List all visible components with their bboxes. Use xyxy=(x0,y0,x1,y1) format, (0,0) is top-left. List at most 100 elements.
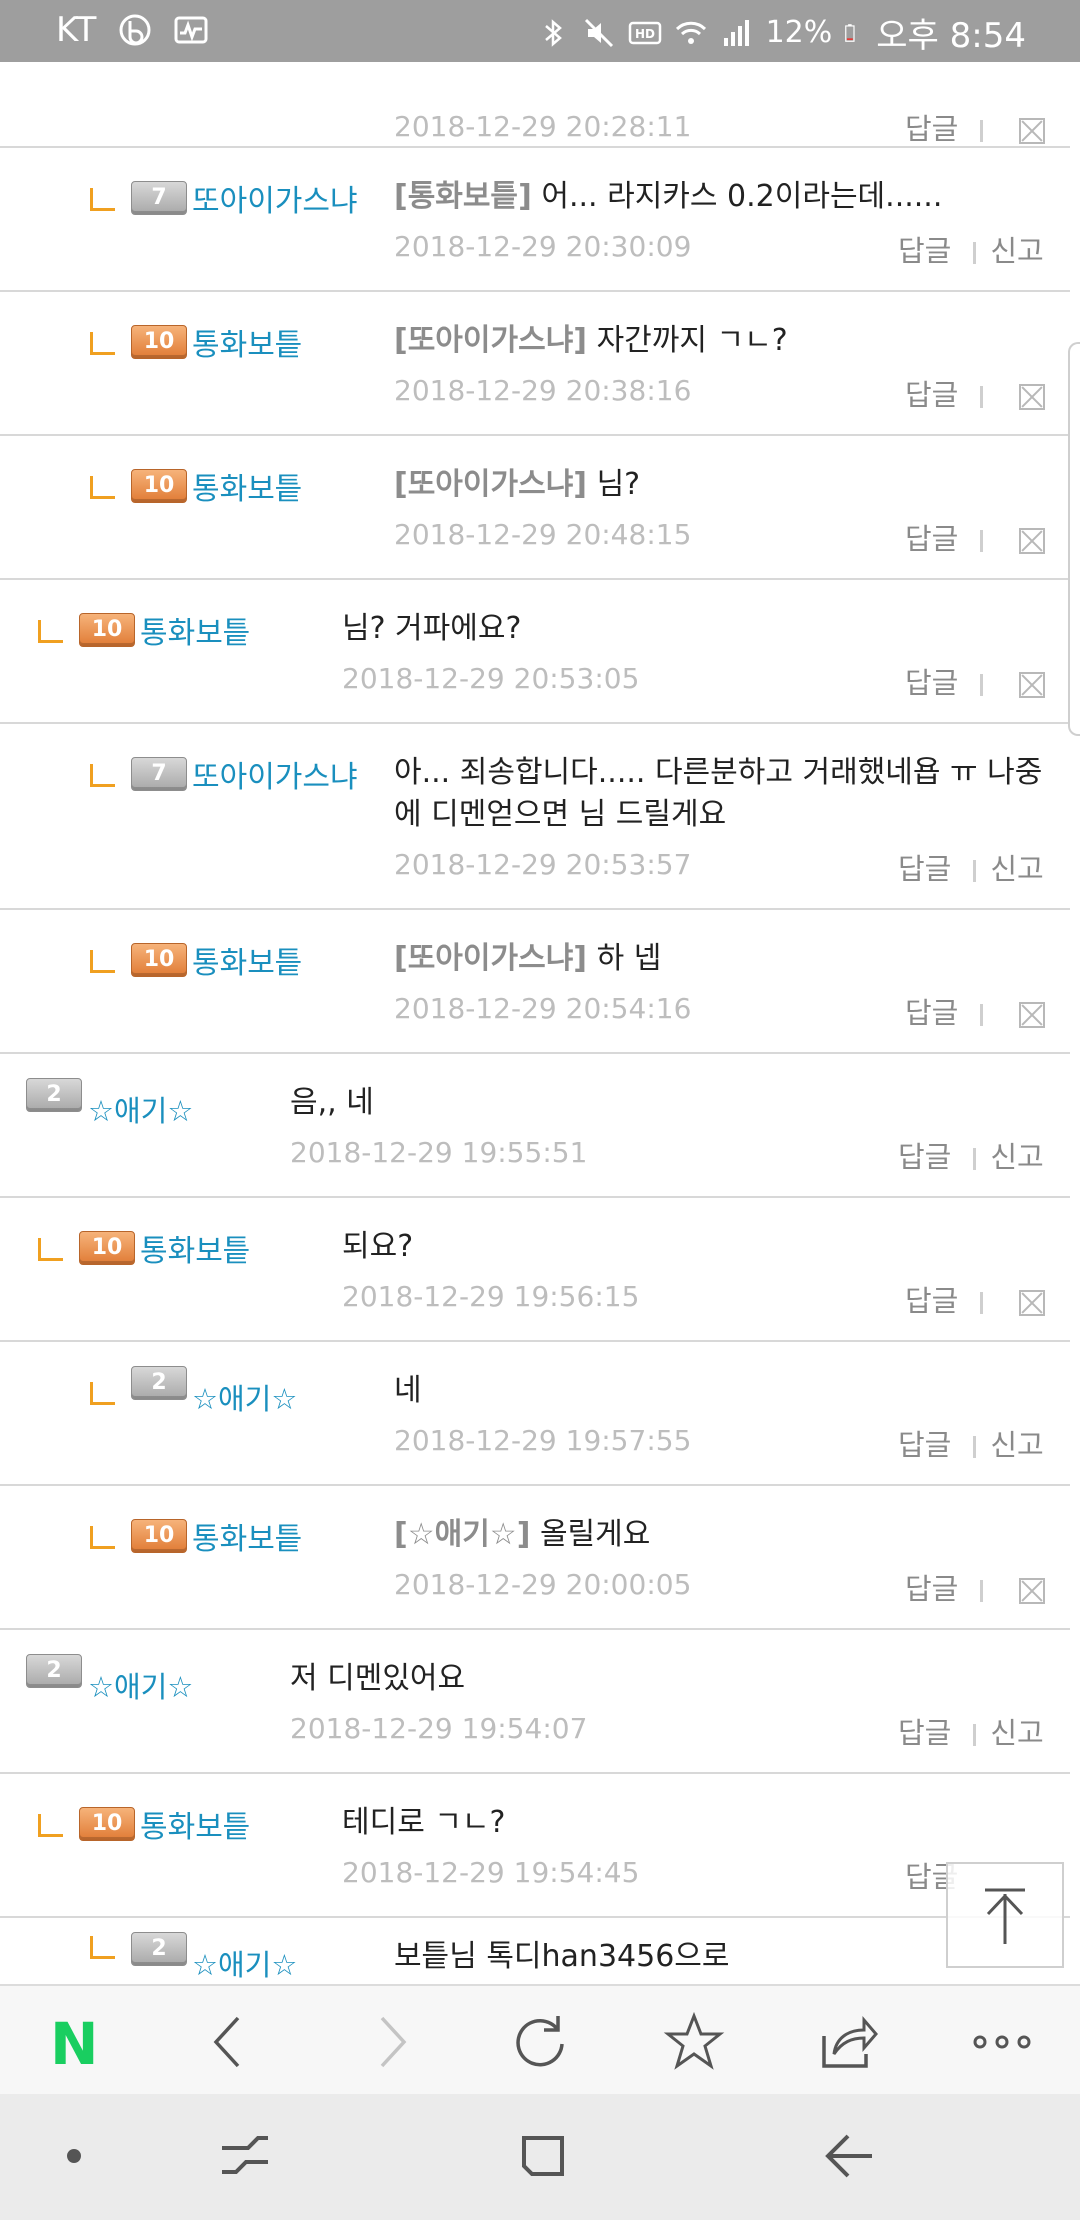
arrow-up-icon xyxy=(985,1888,1025,1944)
comment-nickname[interactable]: ☆애기☆ xyxy=(192,1942,297,1984)
report-button[interactable]: 신고 xyxy=(990,1140,1043,1174)
mention-tag[interactable]: [또아이가스냐] xyxy=(394,941,587,976)
comment-row: 10 통화보틑 [또아이가스냐] 하 넵 2018-12-29 20:54:16… xyxy=(0,908,1070,1054)
hd-icon: HD xyxy=(628,21,661,44)
reply-indicator-icon xyxy=(90,1936,115,1959)
report-button[interactable]: 신고 xyxy=(990,852,1043,886)
reply-button[interactable]: 답글 xyxy=(898,1716,951,1750)
comment-nickname[interactable]: 통화보틑 xyxy=(192,938,302,982)
comment-nickname[interactable]: 통화보틑 xyxy=(140,1802,250,1846)
reply-button[interactable]: 답글 xyxy=(905,378,958,412)
reply-button[interactable]: 답글 xyxy=(898,852,951,886)
more-icon[interactable] xyxy=(970,2010,1034,2074)
wifi-icon xyxy=(675,21,706,44)
comment-actions: 답글 xyxy=(905,516,1046,558)
mention-tag[interactable]: [☆애기☆] xyxy=(394,1517,530,1552)
battery-icon xyxy=(845,23,855,42)
battery-percent: 12% xyxy=(765,15,833,50)
comment-row: 2 ☆애기☆ 보틑님 톡디han3456으로 xyxy=(0,1916,1070,1984)
report-button[interactable]: 신고 xyxy=(990,234,1043,268)
comment-list[interactable]: 2018-12-29 20:28:11 답글 7 또아이가스냐 [통화보틑] 어… xyxy=(0,62,1080,1984)
scroll-to-top-button[interactable] xyxy=(946,1862,1064,1968)
level-badge: 10 xyxy=(131,325,187,359)
svg-text:HD: HD xyxy=(635,27,655,41)
comment-date: 2018-12-29 20:53:05 xyxy=(342,662,640,695)
comment-nickname[interactable]: ☆애기☆ xyxy=(192,1376,297,1418)
comment-row: 2 ☆애기☆ 네 2018-12-29 19:57:55 답글 신고 xyxy=(0,1340,1070,1486)
reply-button[interactable]: 답글 xyxy=(898,1428,951,1462)
level-badge: 7 xyxy=(131,757,187,791)
back-nav-icon[interactable] xyxy=(818,2124,882,2188)
comment-date: 2018-12-29 20:00:05 xyxy=(394,1568,692,1601)
level-badge: 2 xyxy=(26,1078,82,1112)
report-button[interactable]: 신고 xyxy=(990,1428,1043,1462)
mention-tag[interactable]: [통화보틑] xyxy=(394,179,532,214)
reply-button[interactable]: 답글 xyxy=(905,1572,958,1606)
reply-button[interactable]: 답글 xyxy=(905,112,958,146)
comment-date: 2018-12-29 19:57:55 xyxy=(394,1424,692,1457)
comment-row: 10 통화보틑 [또아이가스냐] 자간까지 ㄱㄴ? 2018-12-29 20:… xyxy=(0,290,1070,436)
level-badge: 10 xyxy=(131,1519,187,1553)
refresh-icon[interactable] xyxy=(508,2010,572,2074)
comment-nickname[interactable]: 통화보틑 xyxy=(140,608,250,652)
comment-nickname[interactable]: ☆애기☆ xyxy=(88,1664,193,1706)
dot-icon[interactable] xyxy=(42,2124,106,2188)
reply-indicator-icon xyxy=(90,1382,115,1405)
bluetooth-icon xyxy=(544,18,562,47)
delete-icon[interactable] xyxy=(1019,672,1046,698)
comment-date: 2018-12-29 19:56:15 xyxy=(342,1280,640,1313)
comment-row: 10 통화보틑 [☆애기☆] 올릴게요 2018-12-29 20:00:05 … xyxy=(0,1484,1070,1630)
comment-date: 2018-12-29 20:54:16 xyxy=(394,992,692,1025)
level-badge: 10 xyxy=(131,469,187,503)
comment-nickname[interactable]: 또아이가스냐 xyxy=(192,176,358,220)
delete-icon[interactable] xyxy=(1019,1002,1046,1028)
reply-indicator-icon xyxy=(38,620,63,643)
reply-indicator-icon xyxy=(90,188,115,211)
comment-nickname[interactable]: 또아이가스냐 xyxy=(192,752,358,796)
delete-icon[interactable] xyxy=(1019,1290,1046,1316)
delete-icon[interactable] xyxy=(1019,528,1046,554)
level-badge: 2 xyxy=(26,1654,82,1688)
reply-button[interactable]: 답글 xyxy=(905,996,958,1030)
comment-nickname[interactable]: 통화보틑 xyxy=(192,320,302,364)
comment-date: 2018-12-29 19:54:07 xyxy=(290,1712,588,1745)
comment-date: 2018-12-29 20:38:16 xyxy=(394,374,692,407)
comment-date: 2018-12-29 20:48:15 xyxy=(394,518,692,551)
scrollbar[interactable] xyxy=(1068,342,1080,736)
comment-nickname[interactable]: ☆애기☆ xyxy=(88,1088,193,1130)
naver-logo[interactable]: N xyxy=(50,2015,99,2073)
comment-row: 10 통화보틑 테디로 ㄱㄴ? 2018-12-29 19:54:45 답글 xyxy=(0,1772,1070,1918)
comment-row: 7 또아이가스냐 [통화보틑] 어... 라지카스 0.2이라는데...... … xyxy=(0,146,1070,292)
reply-button[interactable]: 답글 xyxy=(898,234,951,268)
comment-row: 2 ☆애기☆ 음,, 네 2018-12-29 19:55:51 답글 신고 xyxy=(0,1052,1070,1198)
mention-tag[interactable]: [또아이가스냐] xyxy=(394,467,587,502)
bookmark-star-icon[interactable] xyxy=(662,2010,726,2074)
report-button[interactable]: 신고 xyxy=(990,1716,1043,1750)
reply-button[interactable]: 답글 xyxy=(898,1140,951,1174)
reply-indicator-icon xyxy=(90,476,115,499)
comment-actions: 답글 xyxy=(905,990,1046,1032)
level-badge: 10 xyxy=(79,1231,135,1265)
level-badge: 10 xyxy=(79,1807,135,1841)
reply-indicator-icon xyxy=(38,1238,63,1261)
level-badge: 7 xyxy=(131,181,187,215)
share-icon[interactable] xyxy=(816,2010,880,2074)
comment-text: 되요? xyxy=(342,1229,414,1264)
comment-nickname[interactable]: 통화보틑 xyxy=(192,1514,302,1558)
reply-button[interactable]: 답글 xyxy=(905,522,958,556)
level-badge: 2 xyxy=(131,1932,187,1966)
back-icon[interactable] xyxy=(198,2010,262,2074)
comment-text: [또아이가스냐] 님? xyxy=(394,467,641,502)
comment-nickname[interactable]: 통화보틑 xyxy=(140,1226,250,1270)
reply-button[interactable]: 답글 xyxy=(905,666,958,700)
recent-apps-icon[interactable] xyxy=(212,2124,276,2188)
home-icon[interactable] xyxy=(512,2124,576,2188)
comment-nickname[interactable]: 통화보틑 xyxy=(192,464,302,508)
delete-icon[interactable] xyxy=(1019,118,1046,144)
forward-icon[interactable] xyxy=(358,2010,422,2074)
delete-icon[interactable] xyxy=(1019,1578,1046,1604)
delete-icon[interactable] xyxy=(1019,384,1046,410)
reply-indicator-icon xyxy=(90,332,115,355)
mention-tag[interactable]: [또아이가스냐] xyxy=(394,323,587,358)
reply-button[interactable]: 답글 xyxy=(905,1284,958,1318)
